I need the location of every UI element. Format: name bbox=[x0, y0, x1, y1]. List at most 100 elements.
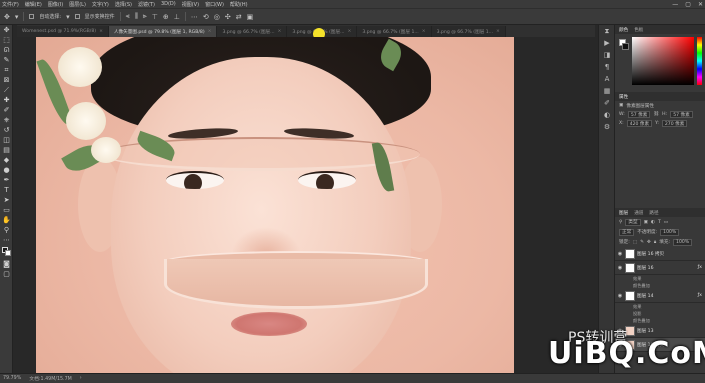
menu-view[interactable]: 视图(V) bbox=[182, 1, 199, 8]
fx-icon[interactable]: ƒx bbox=[698, 293, 702, 298]
align-middle-icon[interactable]: ⊕ bbox=[163, 13, 169, 21]
tab-paths[interactable]: 路径 bbox=[649, 210, 658, 216]
lock-icon[interactable]: 🔒︎ bbox=[654, 239, 656, 245]
y-field[interactable]: 270 像素 bbox=[661, 120, 688, 127]
brush-tool-icon[interactable]: ✐ bbox=[0, 105, 13, 115]
maximize-button[interactable]: ▢ bbox=[685, 1, 691, 8]
more-tools-icon[interactable]: ⋯ bbox=[0, 235, 13, 245]
brush-settings-icon[interactable]: ✐ bbox=[599, 97, 615, 109]
chevron-down-icon[interactable]: ▾ bbox=[15, 13, 19, 21]
hand-tool-icon[interactable]: ✋ bbox=[0, 215, 13, 225]
healing-brush-tool-icon[interactable]: ✚ bbox=[0, 95, 13, 105]
paragraph-icon[interactable]: ¶ bbox=[599, 61, 615, 73]
libraries-icon[interactable]: ▦ bbox=[599, 85, 615, 97]
history-brush-tool-icon[interactable]: ↺ bbox=[0, 125, 13, 135]
tab-document-5[interactable]: 3.png @ 66.7% (图层 1... × bbox=[357, 26, 432, 37]
background-color-swatch[interactable] bbox=[5, 250, 11, 256]
move-tool-icon[interactable]: ✥ bbox=[4, 13, 10, 21]
shape-tool-icon[interactable]: ▭ bbox=[0, 205, 13, 215]
menu-type[interactable]: 文字(Y) bbox=[92, 1, 109, 8]
close-icon[interactable]: × bbox=[347, 29, 351, 34]
menu-edit[interactable]: 编辑(E) bbox=[25, 1, 42, 8]
filter-pixel-icon[interactable]: ▣ bbox=[644, 220, 648, 225]
fx-icon[interactable]: ƒx bbox=[698, 265, 702, 270]
3d-mode-icon[interactable]: ⟲ bbox=[203, 13, 209, 21]
filter-type-icon[interactable]: T bbox=[658, 220, 661, 225]
zoom-level[interactable]: 79.79% bbox=[3, 376, 21, 381]
adjustments-icon[interactable]: ◐ bbox=[599, 109, 615, 121]
dropdown-icon[interactable]: ▾ bbox=[66, 13, 70, 21]
align-top-icon[interactable]: ⊤ bbox=[152, 13, 158, 21]
3d-slide-icon[interactable]: ⇄ bbox=[236, 13, 242, 21]
blur-tool-icon[interactable]: ◆ bbox=[0, 155, 13, 165]
frame-tool-icon[interactable]: ⊠ bbox=[0, 75, 13, 85]
menu-file[interactable]: 文件(F) bbox=[2, 1, 19, 8]
history-icon[interactable]: ⧗ bbox=[599, 25, 615, 37]
blend-mode-select[interactable]: 正常 bbox=[619, 228, 635, 236]
align-center-icon[interactable]: ⫼ bbox=[135, 12, 138, 21]
type-tool-icon[interactable]: T bbox=[0, 185, 13, 195]
minimize-button[interactable]: — bbox=[672, 1, 678, 8]
align-left-icon[interactable]: ⫷ bbox=[126, 12, 130, 21]
x-field[interactable]: 420 像素 bbox=[626, 120, 653, 127]
tab-layers[interactable]: 图层 bbox=[619, 210, 628, 216]
close-button[interactable]: ✕ bbox=[698, 1, 703, 8]
character-icon[interactable]: A bbox=[599, 73, 615, 85]
filter-shape-icon[interactable]: ▭ bbox=[664, 220, 668, 225]
layer-row[interactable]: ◉ 图层 16 ƒx bbox=[615, 261, 705, 275]
close-icon[interactable]: × bbox=[422, 29, 426, 34]
gradient-tool-icon[interactable]: ▤ bbox=[0, 145, 13, 155]
lock-icon[interactable]: ⬚ bbox=[633, 240, 637, 245]
3d-pan-icon[interactable]: ✣ bbox=[225, 13, 231, 21]
3d-scale-icon[interactable]: ▣ bbox=[247, 13, 254, 21]
lasso-tool-icon[interactable]: ᘏ bbox=[0, 45, 13, 55]
close-icon[interactable]: × bbox=[99, 29, 103, 34]
distribute-icon[interactable]: ⋯ bbox=[191, 13, 198, 21]
height-field[interactable]: 57 像素 bbox=[670, 111, 693, 118]
quick-select-tool-icon[interactable]: ✎ bbox=[0, 55, 13, 65]
color-swatches[interactable] bbox=[0, 245, 12, 259]
timeline-icon[interactable]: ⚙ bbox=[599, 121, 615, 133]
tab-document-6[interactable]: 3.png @ 66.7% (图层 1... × bbox=[431, 26, 506, 37]
menu-image[interactable]: 图像(I) bbox=[48, 1, 63, 8]
close-icon[interactable]: × bbox=[278, 29, 282, 34]
layer-effect-row[interactable]: 效果 bbox=[615, 275, 705, 282]
menu-select[interactable]: 选择(S) bbox=[115, 1, 132, 8]
layer-comps-icon[interactable]: ◨ bbox=[599, 49, 615, 61]
eraser-tool-icon[interactable]: ◫ bbox=[0, 135, 13, 145]
chevron-right-icon[interactable]: › bbox=[80, 376, 82, 381]
layer-effect-row[interactable]: 颜色叠加 bbox=[615, 317, 705, 324]
background-color-swatch[interactable] bbox=[622, 43, 629, 50]
menu-layer[interactable]: 图层(L) bbox=[69, 1, 86, 8]
layer-kind-select[interactable]: 类型 bbox=[625, 218, 641, 226]
tab-swatches[interactable]: 色板 bbox=[634, 27, 643, 33]
lock-icon[interactable]: ✥ bbox=[647, 240, 651, 245]
auto-select-checkbox[interactable] bbox=[29, 14, 35, 19]
color-saturation-field[interactable] bbox=[632, 37, 694, 85]
layer-effect-row[interactable]: 颜色叠加 bbox=[615, 282, 705, 289]
layer-effect-row[interactable]: 投影 bbox=[615, 310, 705, 317]
marquee-tool-icon[interactable]: ⬚ bbox=[0, 35, 13, 45]
screen-mode-icon[interactable]: ▢ bbox=[0, 269, 13, 279]
tab-document-2[interactable]: 人像矢量图.psd @ 79.8% (图层 1, RGB/8) × bbox=[108, 26, 218, 37]
show-transform-checkbox[interactable] bbox=[74, 14, 80, 19]
dodge-tool-icon[interactable]: ● bbox=[0, 165, 13, 175]
tab-document-1[interactable]: Womenest.psd @ 71.9%(RGB/8) × bbox=[17, 26, 109, 37]
menu-filter[interactable]: 滤镜(T) bbox=[138, 1, 155, 8]
3d-rotate-icon[interactable]: ◎ bbox=[214, 13, 220, 21]
layer-row[interactable]: ◉ 图层 16 拷贝 bbox=[615, 247, 705, 261]
zoom-tool-icon[interactable]: ⚲ bbox=[0, 225, 13, 235]
fill-field[interactable]: 100% bbox=[673, 238, 693, 246]
menu-3d[interactable]: 3D(D) bbox=[161, 1, 176, 7]
close-icon[interactable]: × bbox=[496, 29, 500, 34]
eye-icon[interactable]: ◉ bbox=[617, 251, 623, 257]
filter-adjust-icon[interactable]: ◐ bbox=[651, 220, 655, 225]
layer-row[interactable]: ◉ 图层 14 ƒx bbox=[615, 289, 705, 303]
tab-document-3[interactable]: 3.png @ 66.7% (图层... × bbox=[217, 26, 288, 37]
menu-help[interactable]: 帮助(H) bbox=[230, 1, 248, 8]
pen-tool-icon[interactable]: ✒ bbox=[0, 175, 13, 185]
lock-icon[interactable]: ✎ bbox=[640, 240, 644, 245]
eyedropper-tool-icon[interactable]: ⟋ bbox=[0, 85, 13, 95]
layer-effect-row[interactable]: 效果 bbox=[615, 303, 705, 310]
eye-icon[interactable]: ◉ bbox=[617, 265, 623, 271]
